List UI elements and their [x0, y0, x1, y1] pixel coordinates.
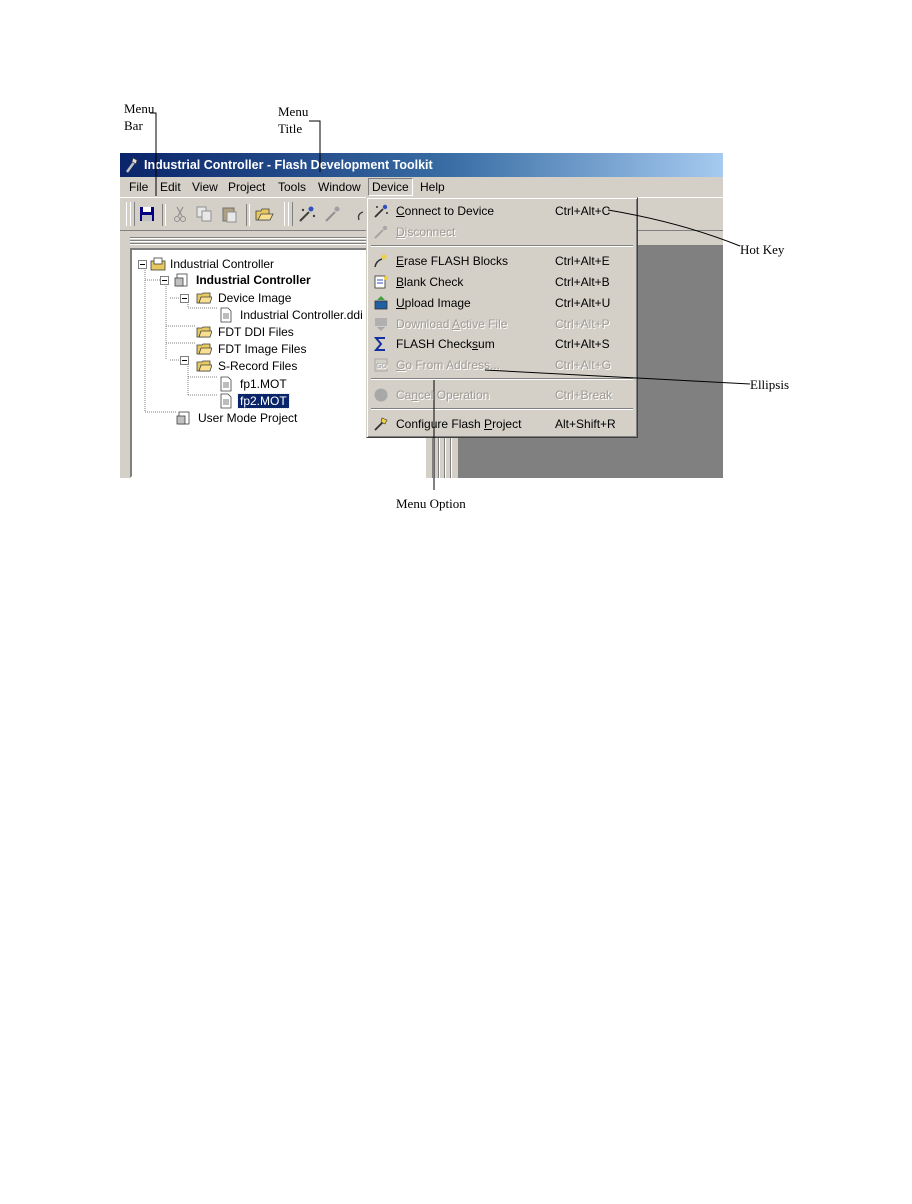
callout-ellipsis: Ellipsis	[750, 377, 790, 392]
folder-icon	[196, 292, 212, 304]
tree-collapse-toggle[interactable]	[138, 260, 147, 269]
callout-menu-title: Menu Title	[278, 104, 309, 136]
file-icon	[220, 376, 232, 392]
app-wand-icon	[125, 157, 138, 173]
cut-icon[interactable]	[170, 204, 190, 224]
menu-window[interactable]: Window	[315, 179, 364, 195]
menu-separator	[371, 378, 633, 380]
hotkey-label: Ctrl+Alt+P	[555, 317, 610, 331]
download-icon	[375, 318, 387, 331]
project-icon	[174, 273, 188, 287]
upload-icon	[374, 296, 388, 310]
workspace-icon	[150, 257, 166, 271]
folder-icon	[196, 326, 212, 338]
tree-node-fdt-ddi-files[interactable]: FDT DDI Files	[216, 324, 296, 340]
menu-option-flash-checksum[interactable]: FLASH Checksum Ctrl+Alt+S	[369, 334, 635, 354]
menu-bar: File Edit View Project Tools Window Devi…	[120, 177, 723, 197]
hotkey-label: Ctrl+Alt+E	[555, 254, 610, 268]
toolbar-grip[interactable]	[130, 202, 135, 226]
menu-option-download-active-file[interactable]: Download Active File Ctrl+Alt+P	[369, 314, 635, 334]
tree-node-fp2-mot[interactable]: fp2.MOT	[237, 393, 290, 409]
disconnect-icon	[374, 225, 388, 239]
tree-node-device-image[interactable]: Device Image	[216, 290, 293, 306]
paste-icon[interactable]	[219, 204, 239, 224]
callout-menu-bar: Menu Bar	[124, 101, 155, 133]
blank-check-icon	[374, 275, 388, 289]
menu-option-connect-to-device[interactable]: Connect to Device Ctrl+Alt+C	[369, 201, 635, 221]
menu-device[interactable]: Device	[368, 178, 413, 196]
menu-option-erase-flash-blocks[interactable]: Erase FLASH Blocks Ctrl+Alt+E	[369, 251, 635, 271]
connect-icon	[374, 204, 388, 218]
save-icon[interactable]	[137, 204, 157, 224]
tree-node-fp1-mot[interactable]: fp1.MOT	[238, 376, 289, 392]
menu-option-configure-flash-project[interactable]: Configure Flash Project Alt+Shift+R	[369, 414, 635, 434]
connect-icon[interactable]	[297, 204, 317, 224]
hotkey-label: Ctrl+Alt+U	[555, 296, 611, 310]
menu-option-disconnect[interactable]: Disconnect	[369, 222, 635, 242]
folder-icon	[196, 343, 212, 355]
tree-node-project[interactable]: Industrial Controller	[194, 272, 313, 288]
project-icon	[176, 411, 190, 425]
file-icon	[220, 393, 232, 409]
hotkey-label: Ctrl+Alt+C	[555, 204, 611, 218]
menu-edit[interactable]: Edit	[157, 179, 184, 195]
checksum-sigma-icon	[373, 337, 385, 351]
disconnect-icon[interactable]	[323, 204, 343, 224]
menu-separator	[371, 245, 633, 247]
window-title: Industrial Controller - Flash Developmen…	[144, 158, 433, 172]
menu-view[interactable]: View	[189, 179, 221, 195]
tree-node-user-mode-project[interactable]: User Mode Project	[196, 410, 299, 426]
tree-node-ddi-file[interactable]: Industrial Controller.ddi	[238, 307, 365, 323]
callout-hot-key: Hot Key	[740, 242, 785, 257]
menu-option-cancel-operation[interactable]: Cancel Operation Ctrl+Break	[369, 385, 635, 405]
hotkey-label: Ctrl+Alt+S	[555, 337, 610, 351]
title-bar: Industrial Controller - Flash Developmen…	[120, 153, 723, 177]
hotkey-label: Ctrl+Alt+B	[555, 275, 610, 289]
toolbar-separator	[246, 204, 250, 226]
tree-collapse-toggle[interactable]	[180, 356, 189, 365]
menu-option-upload-image[interactable]: Upload Image Ctrl+Alt+U	[369, 293, 635, 313]
menu-help[interactable]: Help	[417, 179, 448, 195]
toolbar-grip[interactable]	[288, 202, 293, 226]
goto-icon: GO	[374, 358, 388, 372]
menu-project[interactable]: Project	[225, 179, 268, 195]
toolbar-separator	[162, 204, 166, 226]
hotkey-label: Ctrl+Alt+G	[555, 358, 612, 372]
copy-icon[interactable]	[194, 204, 214, 224]
cancel-icon	[374, 388, 388, 402]
tree-node-s-record-files[interactable]: S-Record Files	[216, 358, 299, 374]
menu-option-blank-check[interactable]: Blank Check Ctrl+Alt+B	[369, 272, 635, 292]
tree-collapse-toggle[interactable]	[160, 276, 169, 285]
file-icon	[220, 307, 232, 323]
tree-node-fdt-image-files[interactable]: FDT Image Files	[216, 341, 308, 357]
svg-text:GO: GO	[376, 362, 387, 370]
tree-collapse-toggle[interactable]	[180, 294, 189, 303]
menu-file[interactable]: File	[126, 179, 151, 195]
open-folder-icon[interactable]	[254, 204, 274, 224]
folder-icon	[196, 360, 212, 372]
hotkey-label: Alt+Shift+R	[555, 417, 616, 431]
menu-separator	[371, 408, 633, 410]
menu-tools[interactable]: Tools	[275, 179, 309, 195]
erase-icon	[374, 254, 387, 268]
device-dropdown-menu: Connect to Device Ctrl+Alt+C Disconnect …	[366, 197, 638, 438]
tree-node-workspace[interactable]: Industrial Controller	[168, 256, 276, 272]
callout-menu-option: Menu Option	[396, 496, 466, 511]
hotkey-label: Ctrl+Break	[555, 388, 613, 402]
configure-wand-icon	[374, 417, 388, 431]
menu-option-go-from-address[interactable]: GO Go From Address... Ctrl+Alt+G	[369, 355, 635, 375]
